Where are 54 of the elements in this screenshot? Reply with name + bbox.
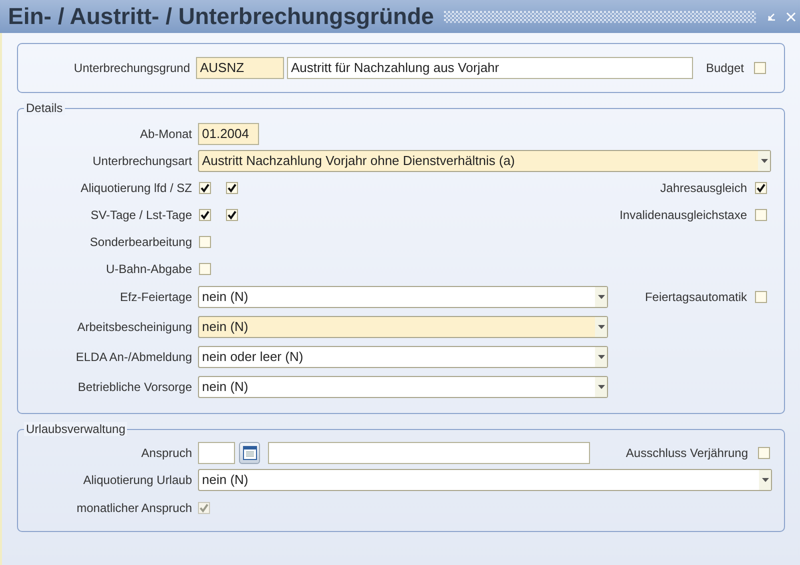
dropdown-arrow-icon [760,158,768,162]
field-label: Aliquotierung Urlaub [83,473,192,487]
checkbox[interactable] [755,208,767,220]
checkbox[interactable] [754,62,766,74]
minimize-icon[interactable] [766,12,776,22]
checkbox[interactable] [226,182,238,194]
field-label: Sonderbearbeitung [90,234,192,248]
input-field[interactable]: AUSNZ [196,57,284,79]
dropdown[interactable]: nein (N) [198,286,608,308]
checkbox[interactable] [758,447,770,459]
input-field[interactable] [198,442,235,464]
field-label: SV-Tage / Lst-Tage [90,208,192,222]
dropdown-arrow-icon [762,478,768,482]
field-label: ELDA An-/Abmeldung [76,350,192,364]
calendar-icon [242,446,256,460]
field-label: Aliquotierung lfd / SZ [80,180,192,194]
dropdown-arrow-icon [598,295,604,299]
field-label: U-Bahn-Abgabe [106,262,192,276]
dropdown[interactable]: nein oder leer (N) [198,346,608,368]
dropdown[interactable]: nein (N) [198,469,772,491]
field-label: Invalidenausgleichstaxe [620,206,747,224]
checkbox[interactable] [199,208,211,220]
window-title: Ein- / Austritt- / Unterbrechungsgründe [8,2,434,32]
dropdown[interactable]: Austritt Nachzahlung Vorjahr ohne Dienstverhältnis (a) [198,150,771,172]
group-legend: Urlaubsverwaltung [24,422,128,436]
checkbox[interactable] [755,291,767,303]
field-label: Budget [706,60,744,77]
checkbox[interactable] [199,262,211,274]
field-label: Jahresausgleich [660,180,747,196]
dropdown[interactable]: nein (N) [198,376,608,398]
field-label: Anspruch [141,446,192,460]
dropdown-arrow-icon [598,385,604,389]
field-label: Unterbrechungsart [92,154,192,168]
field-label: Unterbrechungsgrund [74,61,190,75]
field-label: monatlicher Anspruch [76,501,192,515]
field-label: Feiertagsautomatik [644,289,747,306]
dropdown-arrow-icon [598,325,604,329]
checkbox[interactable] [755,182,767,194]
field-label: Ausschluss Verjährung [626,445,748,462]
input-field[interactable]: 01.2004 [198,122,259,144]
field-label: Ab-Monat [140,126,192,140]
checkbox[interactable] [199,182,211,194]
checkbox[interactable] [199,236,211,248]
checkbox[interactable] [226,208,238,220]
close-icon[interactable] [786,12,796,22]
calendar-button[interactable] [239,442,260,464]
group-legend: Details [24,101,65,115]
dropdown[interactable]: nein (N) [198,316,608,338]
field-label: Betriebliche Vorsorge [78,380,192,394]
field-label: Efz-Feiertage [120,290,192,304]
input-field[interactable] [268,442,590,464]
input-field[interactable]: Austritt für Nachzahlung aus Vorjahr [287,57,693,79]
dropdown-arrow-icon [598,355,604,359]
field-label: Arbeitsbescheinigung [77,320,192,334]
